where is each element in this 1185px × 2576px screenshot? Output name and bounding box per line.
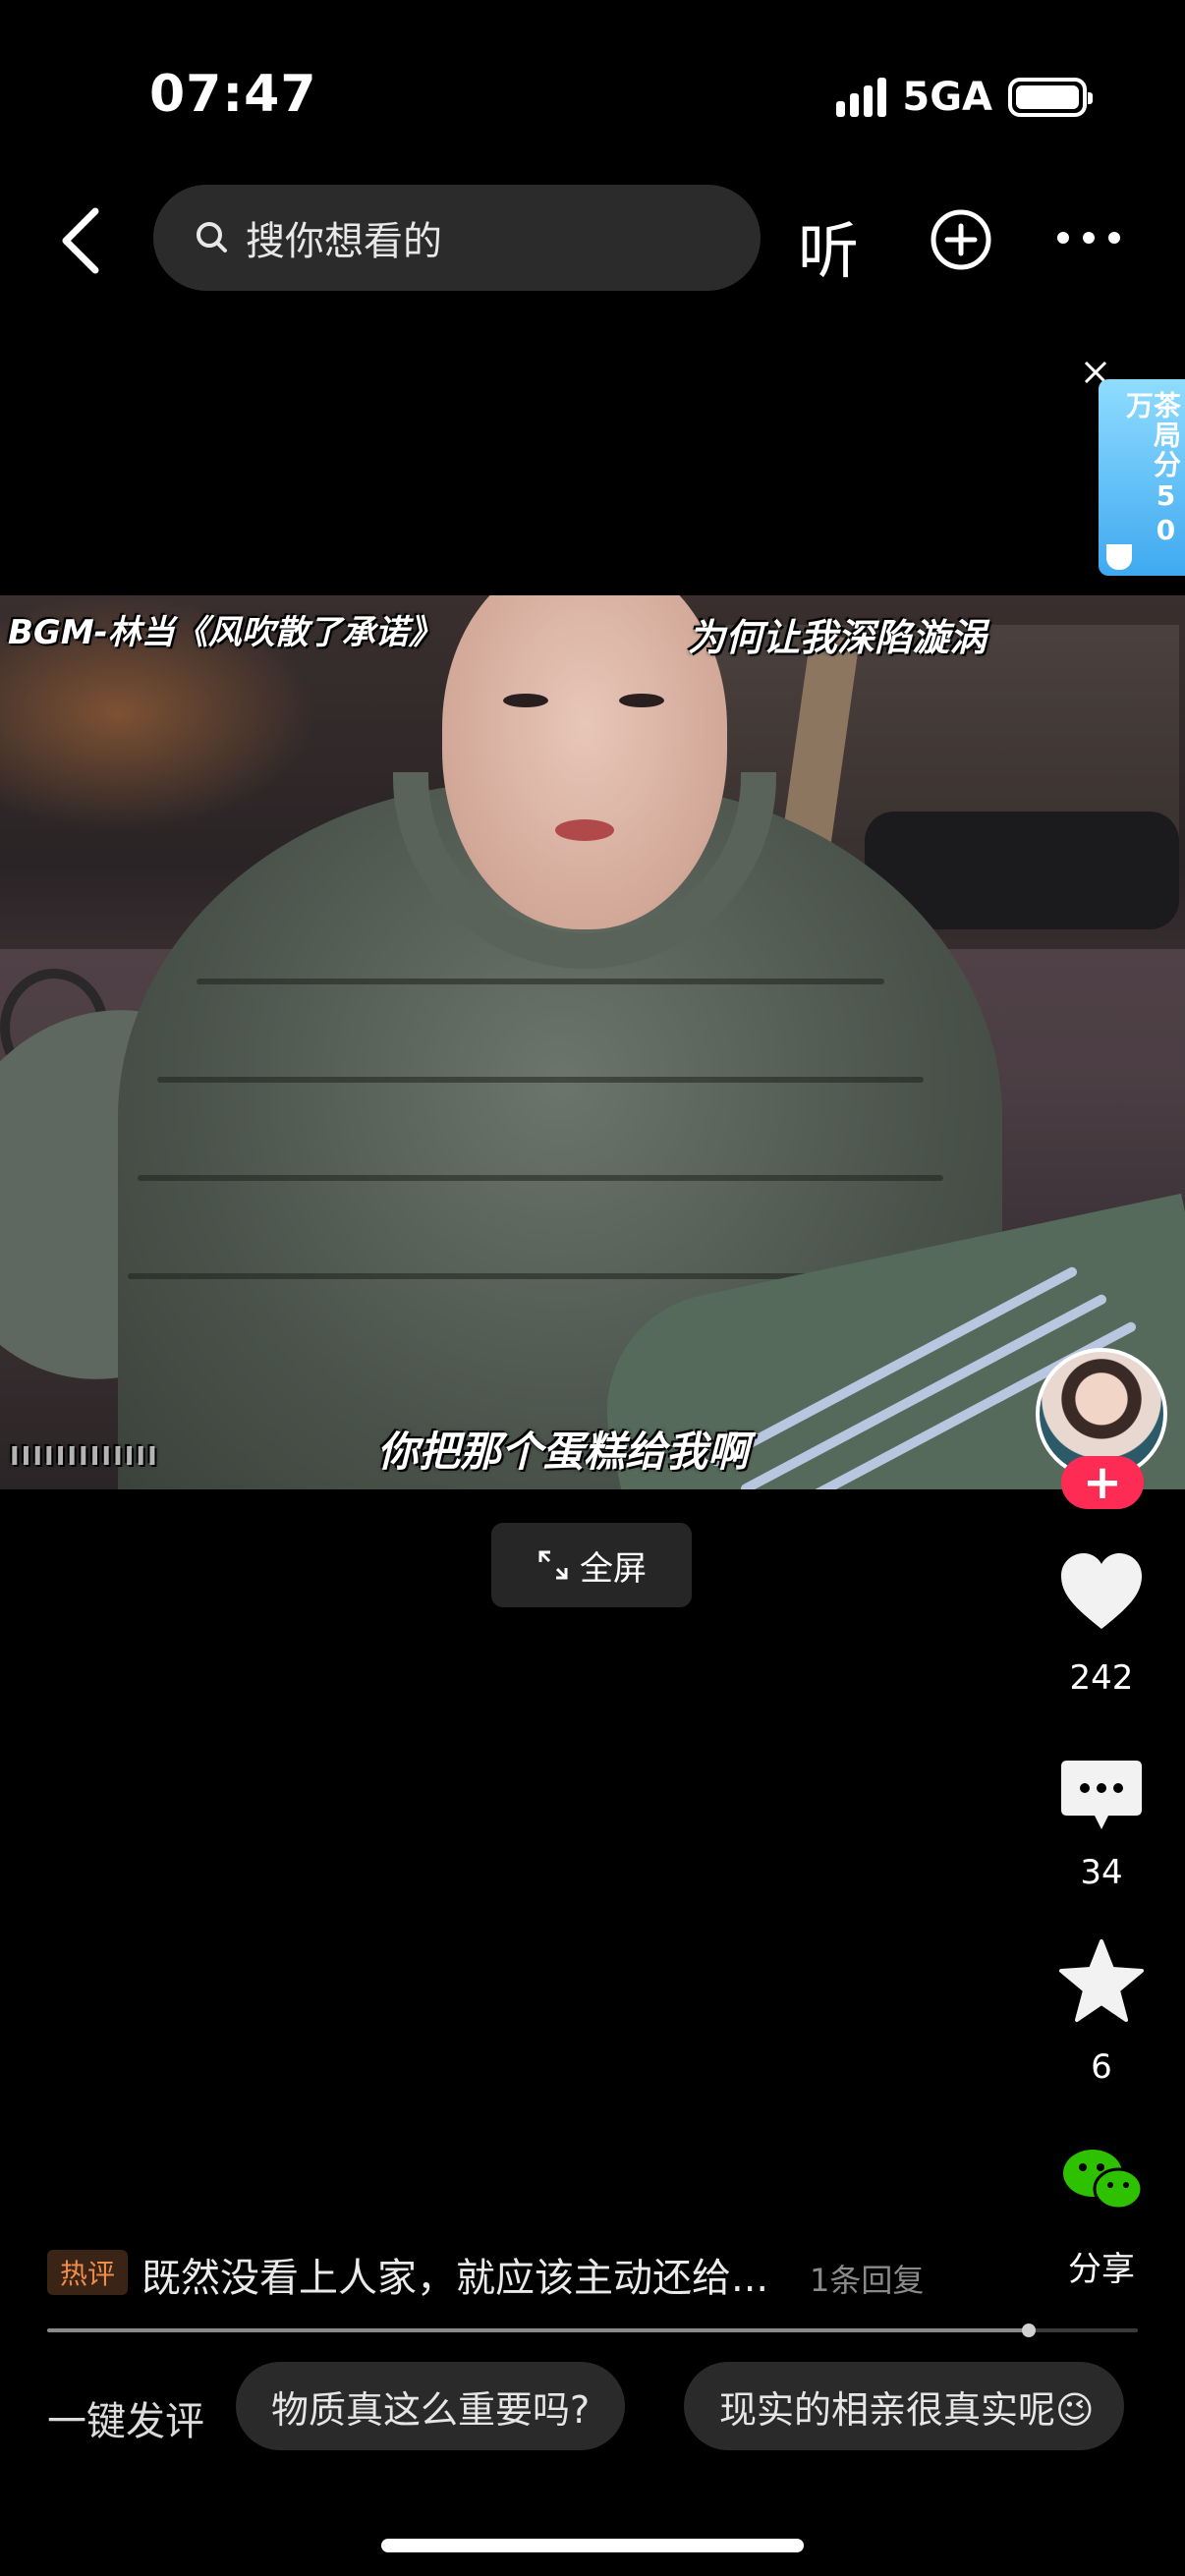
search-bar[interactable]: 搜你想看的	[153, 185, 761, 291]
ad-badge[interactable]: 茶局分50万	[1099, 379, 1185, 576]
fullscreen-label: 全屏	[580, 1548, 647, 1589]
follow-button[interactable]: +	[1061, 1456, 1144, 1509]
network-type: 5GA	[902, 75, 992, 120]
video-face	[442, 595, 727, 929]
tea-cup-icon	[1106, 544, 1132, 570]
home-indicator[interactable]	[381, 2539, 804, 2552]
progress-handle[interactable]	[1022, 2324, 1036, 2337]
back-icon[interactable]	[54, 201, 113, 280]
ad-text: 茶局分50万	[1122, 391, 1182, 548]
more-icon[interactable]	[1057, 232, 1120, 244]
status-time: 07:47	[149, 65, 317, 124]
like-count: 242	[1069, 1658, 1134, 1698]
expand-icon	[538, 1550, 568, 1580]
listen-button[interactable]: 听	[798, 201, 859, 290]
video-player[interactable]: BGM-林当《风吹散了承诺》 为何让我深陷漩涡 你把那个蛋糕给我啊 IIIIII…	[0, 595, 1185, 1489]
quick-comment-chip[interactable]: 物质真这么重要吗?	[236, 2362, 626, 2450]
search-placeholder: 搜你想看的	[246, 219, 442, 264]
hot-comment-tag: 热评	[47, 2250, 128, 2295]
battery-fill	[1016, 85, 1079, 109]
video-subtitle: 你把那个蛋糕给我啊	[377, 1428, 750, 1476]
add-circle-icon[interactable]	[930, 208, 992, 271]
battery-icon	[1008, 78, 1093, 117]
quick-comment-chip[interactable]: 现实的相亲很真实呢😉	[684, 2362, 1124, 2450]
status-icons: 5GA	[836, 75, 1093, 120]
share-label[interactable]: 分享	[1038, 2242, 1165, 2290]
comment-icon[interactable]	[1057, 1757, 1146, 1835]
video-progress-bar[interactable]	[47, 2324, 1138, 2337]
bgm-overlay: BGM-林当《风吹散了承诺》	[8, 613, 442, 652]
hot-comment-replies[interactable]: 1条回复	[810, 2256, 924, 2301]
signal-icon	[836, 78, 887, 117]
wechat-icon[interactable]	[1061, 2146, 1144, 2214]
hot-comment-text[interactable]: 既然没看上人家，就应该主动还给...	[141, 2246, 768, 2303]
video-watermark: IIIIIIIIIIIII	[10, 1442, 159, 1472]
fullscreen-button[interactable]: 全屏	[491, 1523, 692, 1607]
comment-count: 34	[1080, 1853, 1123, 1892]
heart-icon[interactable]	[1057, 1550, 1146, 1633]
search-icon	[197, 222, 227, 252]
star-icon[interactable]	[1057, 1937, 1146, 2026]
favorite-count: 6	[1091, 2047, 1112, 2087]
lyric-overlay: 为何让我深陷漩涡	[688, 616, 988, 659]
quick-comment-label: 一键发评	[47, 2399, 204, 2444]
progress-fill	[47, 2328, 1029, 2332]
